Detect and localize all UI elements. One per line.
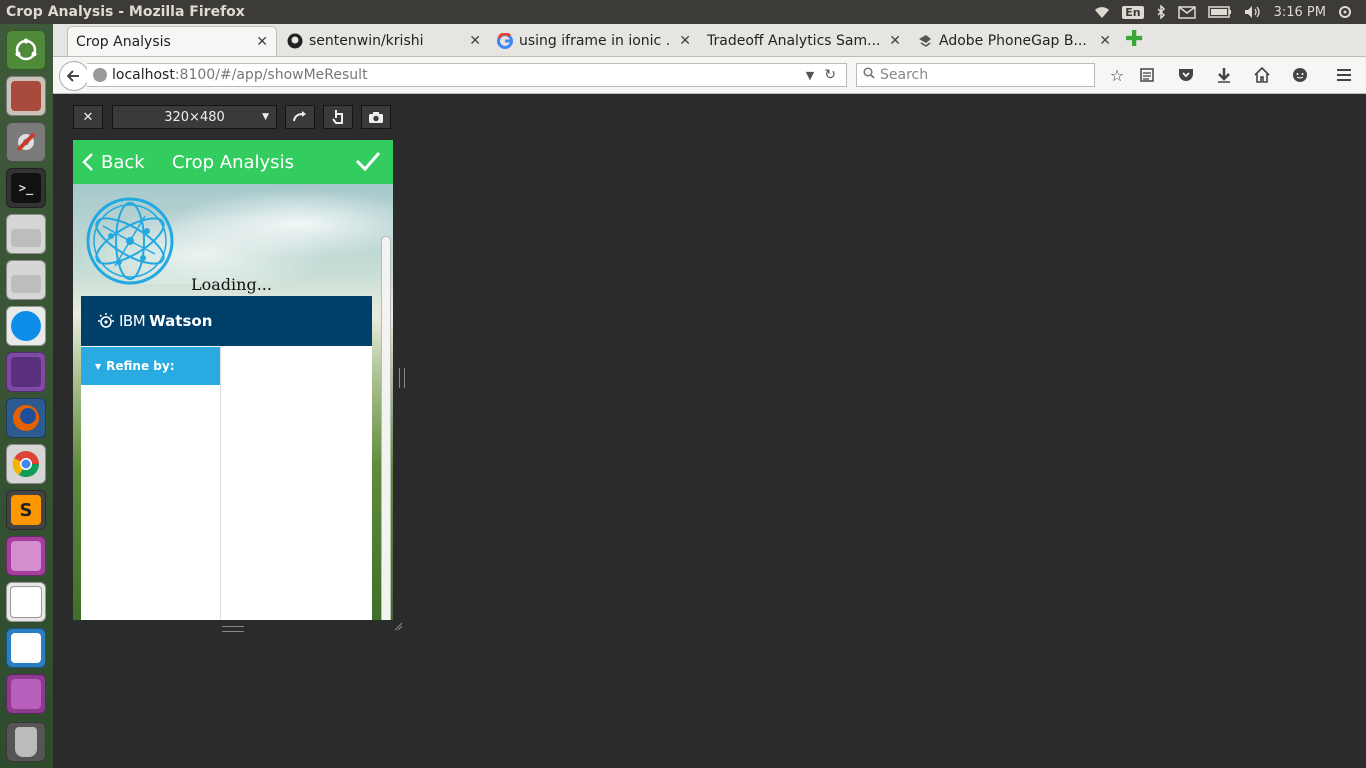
search-placeholder: Search <box>880 67 929 83</box>
resize-corner-icon[interactable] <box>393 620 403 631</box>
url-bar[interactable]: localhost :8100/#/app/showMeResult ▼ ↻ <box>87 63 847 87</box>
watson-atom-logo-icon <box>85 196 175 290</box>
url-host: localhost <box>112 67 175 83</box>
tab-using-iframe-in-ionic[interactable]: using iframe in ionic ... ✕ <box>489 26 699 56</box>
rotate-button[interactable] <box>285 105 315 129</box>
bookmark-star-icon[interactable]: ☆ <box>1107 65 1127 85</box>
touch-simulation-button[interactable] <box>323 105 353 129</box>
disk-icon[interactable] <box>6 214 46 254</box>
google-icon <box>497 33 513 49</box>
tab-label: Crop Analysis <box>76 33 171 50</box>
checkmark-icon <box>355 152 381 172</box>
close-rdm-button[interactable]: ✕ <box>73 105 103 129</box>
chevron-down-icon: ▼ <box>262 112 269 122</box>
caret-down-icon: ▼ <box>95 361 102 371</box>
tab-label: sentenwin/krishi <box>309 33 424 49</box>
loading-text: Loading... <box>191 275 272 294</box>
viewport-size-label: 320×480 <box>164 109 225 125</box>
bluetooth-icon[interactable] <box>1156 5 1166 19</box>
phonegap-icon <box>917 33 933 49</box>
hello-chat-icon[interactable] <box>1290 65 1310 85</box>
refine-by-toggle[interactable]: ▼ Refine by: <box>81 347 220 385</box>
libreoffice-writer-icon[interactable] <box>6 628 46 668</box>
page-content: ✕ 320×480 ▼ Back Crop Analysis Loading..… <box>53 94 1366 768</box>
url-dropdown-icon[interactable]: ▼ <box>806 69 814 82</box>
video-player-icon[interactable] <box>6 352 46 392</box>
tab-label: Tradeoff Analytics Sam... <box>707 33 881 49</box>
trash-icon[interactable] <box>6 722 46 762</box>
viewport-height-resize-handle[interactable] <box>222 626 244 632</box>
mail-icon[interactable] <box>1177 5 1196 19</box>
close-icon[interactable]: ✕ <box>256 34 268 50</box>
power-gear-icon[interactable] <box>1338 5 1352 19</box>
search-input[interactable]: Search <box>856 63 1095 87</box>
ibm-watson-banner: IBM Watson <box>81 296 372 346</box>
close-icon[interactable]: ✕ <box>469 33 481 49</box>
workspace-switcher-icon[interactable] <box>6 536 46 576</box>
confirm-check-button[interactable] <box>355 148 381 178</box>
tab-sentenwin-krishi[interactable]: sentenwin/krishi ✕ <box>279 26 489 56</box>
tab-strip: Crop Analysis ✕ sentenwin/krishi ✕ using… <box>53 24 1366 57</box>
disk-icon-2[interactable] <box>6 260 46 300</box>
watson-label: Watson <box>149 312 213 330</box>
system-top-bar: Crop Analysis - Mozilla Firefox En 3:16 … <box>0 0 1366 24</box>
system-settings-icon[interactable] <box>6 122 46 162</box>
touch-hand-icon <box>332 110 343 124</box>
volume-icon[interactable] <box>1244 5 1262 19</box>
tab-label: Adobe PhoneGap B... <box>939 33 1087 49</box>
viewport-size-select[interactable]: 320×480 ▼ <box>112 105 277 129</box>
app-title: Crop Analysis <box>172 151 294 173</box>
watson-avatar-icon <box>98 313 114 328</box>
close-icon[interactable]: ✕ <box>1099 33 1111 49</box>
url-path: :8100/#/app/showMeResult <box>174 67 368 83</box>
refine-label: Refine by: <box>106 359 175 373</box>
sublime-text-icon[interactable]: S <box>6 490 46 530</box>
close-icon[interactable]: ✕ <box>889 33 901 49</box>
firefox-icon[interactable] <box>6 398 46 438</box>
app-content-background: Loading... IBM Watson ▼ Refine by: <box>73 184 393 620</box>
tab-adobe-phonegap[interactable]: Adobe PhoneGap B... ✕ <box>909 26 1119 56</box>
unity-launcher: >_ S <box>0 24 54 768</box>
teamviewer-icon[interactable] <box>6 306 46 346</box>
screenshot-button[interactable] <box>361 105 391 129</box>
navigation-toolbar: localhost :8100/#/app/showMeResult ▼ ↻ S… <box>53 57 1366 94</box>
device-viewport: Back Crop Analysis Loading... IBM Watson… <box>73 140 393 620</box>
keyboard-lang-indicator[interactable]: En <box>1122 5 1144 19</box>
wifi-icon[interactable] <box>1094 5 1110 19</box>
terminal-icon[interactable]: >_ <box>6 168 46 208</box>
ubuntu-dash-icon[interactable] <box>6 30 46 70</box>
tab-tradeoff-analytics[interactable]: Tradeoff Analytics Sam... ✕ <box>699 26 909 56</box>
tab-crop-analysis[interactable]: Crop Analysis ✕ <box>67 26 277 56</box>
ibm-label: IBM <box>119 312 146 330</box>
reading-list-icon[interactable] <box>1137 65 1157 85</box>
tradeoff-analytics-panel: ▼ Refine by: <box>81 346 372 620</box>
app-header-bar: Back Crop Analysis <box>73 140 393 184</box>
new-tab-plus-icon[interactable]: ✚ <box>1125 29 1143 51</box>
search-icon <box>863 67 875 83</box>
battery-icon[interactable] <box>1207 6 1232 18</box>
file-manager-icon[interactable] <box>6 76 46 116</box>
tab-label: using iframe in ionic ... <box>519 33 672 49</box>
reload-icon[interactable]: ↻ <box>824 67 836 83</box>
hamburger-menu-icon[interactable] <box>1334 65 1354 85</box>
system-tray: En 3:16 PM <box>1094 5 1366 20</box>
refine-column <box>81 346 221 620</box>
home-icon[interactable] <box>1252 65 1272 85</box>
chrome-icon[interactable] <box>6 444 46 484</box>
viewport-width-resize-handle[interactable] <box>399 368 405 388</box>
window-title: Crop Analysis - Mozilla Firefox <box>6 4 245 20</box>
text-editor-icon[interactable] <box>6 582 46 622</box>
downloads-icon[interactable] <box>1214 65 1234 85</box>
libreoffice-impress-icon[interactable] <box>6 674 46 714</box>
camera-icon <box>369 111 383 123</box>
globe-icon <box>93 68 107 82</box>
vertical-scrollbar[interactable] <box>381 236 391 620</box>
rotate-icon <box>293 111 306 122</box>
pocket-icon[interactable] <box>1176 65 1196 85</box>
back-arrow-icon[interactable] <box>59 61 89 91</box>
clock[interactable]: 3:16 PM <box>1274 5 1326 20</box>
close-icon[interactable]: ✕ <box>679 33 691 49</box>
github-icon <box>287 33 303 49</box>
